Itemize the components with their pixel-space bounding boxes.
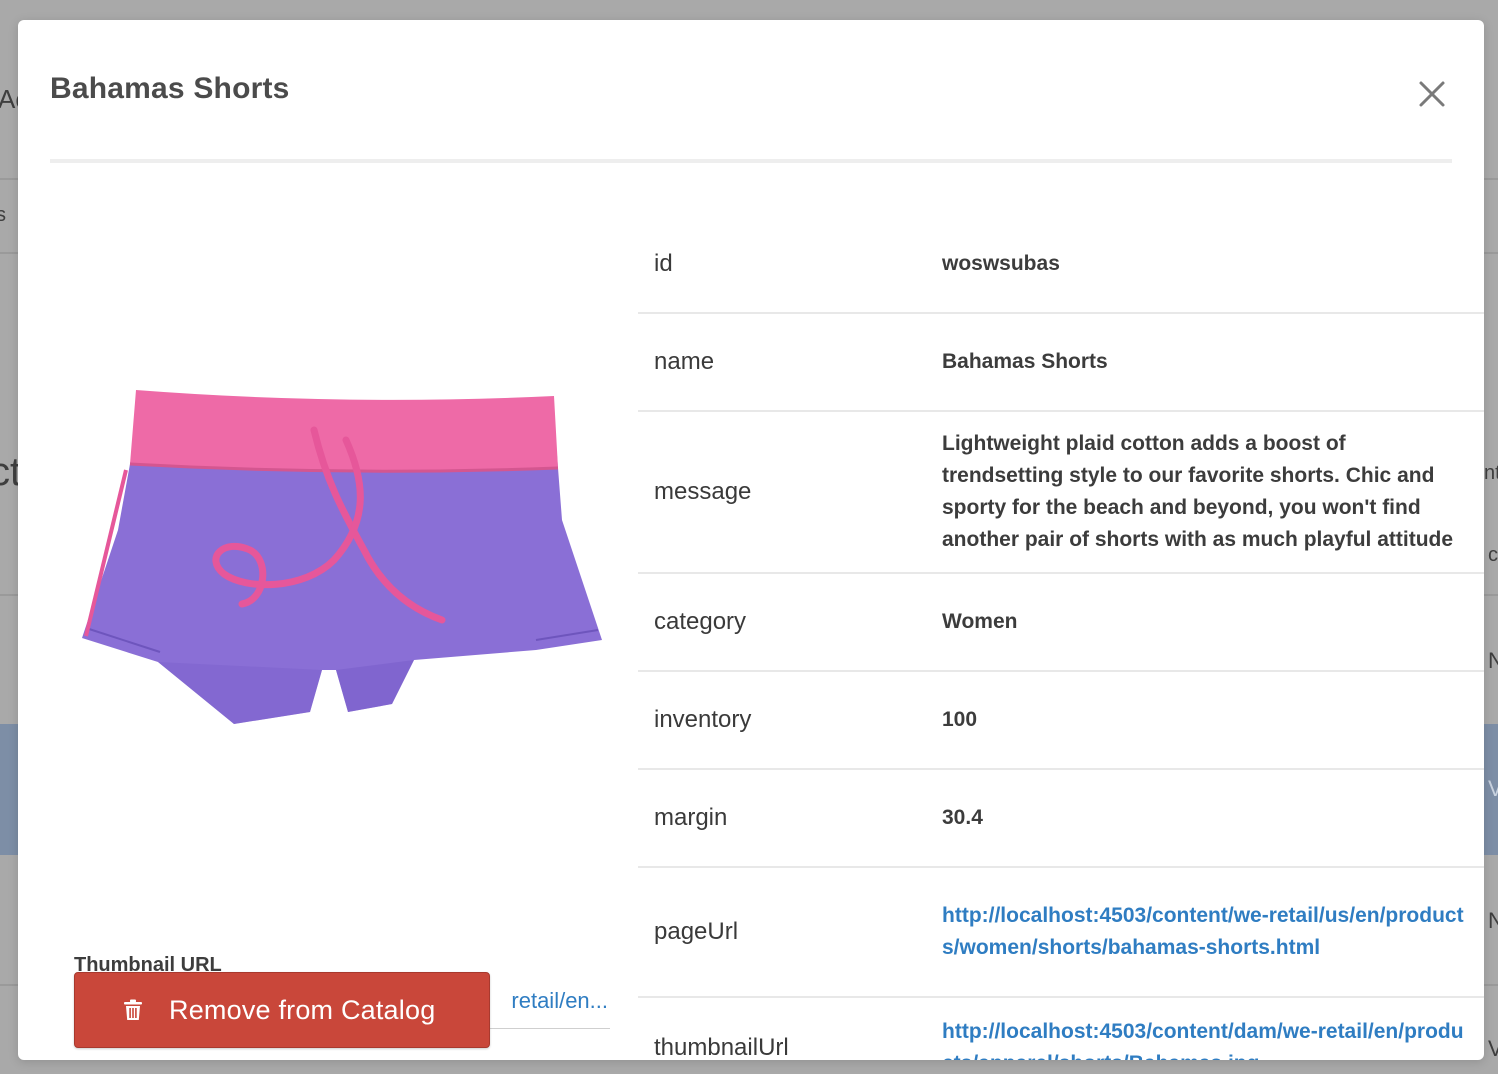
table-row: category Women [638,574,1484,672]
close-icon [1419,81,1445,107]
background-text: nt [1484,462,1498,484]
property-key: category [654,608,747,635]
table-row: name Bahamas Shorts [638,314,1484,412]
product-image [74,360,614,760]
thumbnail-url-value: retail/en... [511,988,608,1013]
property-value: 100 [942,708,978,731]
properties-table: id woswsubas name Bahamas Shorts message… [638,216,1484,1060]
table-row: id woswsubas [638,216,1484,314]
background-text: V [1488,776,1498,801]
page-url-link[interactable]: http://localhost:4503/content/we-retail/… [942,900,1472,964]
table-row: margin 30.4 [638,770,1484,868]
property-key: inventory [654,706,752,733]
table-row: pageUrl http://localhost:4503/content/we… [638,868,1484,998]
property-value: 30.4 [942,806,983,829]
table-row: thumbnailUrl http://localhost:4503/conte… [638,998,1484,1060]
close-button[interactable] [1414,76,1450,112]
property-value: woswsubas [942,252,1060,275]
property-value: Women [942,610,1018,633]
trash-icon [124,999,142,1020]
background-text: s [0,204,6,226]
property-key: message [654,478,752,505]
background-text: N [1488,648,1498,673]
property-key: margin [654,804,728,831]
table-row: message Lightweight plaid cotton adds a … [638,412,1484,574]
property-value: Lightweight plaid cotton adds a boost of… [942,432,1454,551]
title-divider [50,159,1452,163]
background-text: N [1488,908,1498,933]
background-text: c [1488,544,1498,566]
modal-title: Bahamas Shorts [50,72,290,105]
product-detail-modal: Bahamas Shorts Thumbnail URL retail/en..… [18,20,1484,1060]
property-value: Bahamas Shorts [942,350,1108,373]
background-text: V [1488,1036,1498,1061]
property-key: id [654,250,673,277]
remove-button-label: Remove from Catalog [169,994,436,1025]
property-key: pageUrl [654,918,739,945]
property-key: name [654,348,715,375]
thumbnail-url-link[interactable]: http://localhost:4503/content/dam/we-ret… [942,1016,1472,1060]
remove-from-catalog-button[interactable]: Remove from Catalog [74,972,490,1048]
property-key: thumbnailUrl [654,1034,789,1060]
table-row: inventory 100 [638,672,1484,770]
